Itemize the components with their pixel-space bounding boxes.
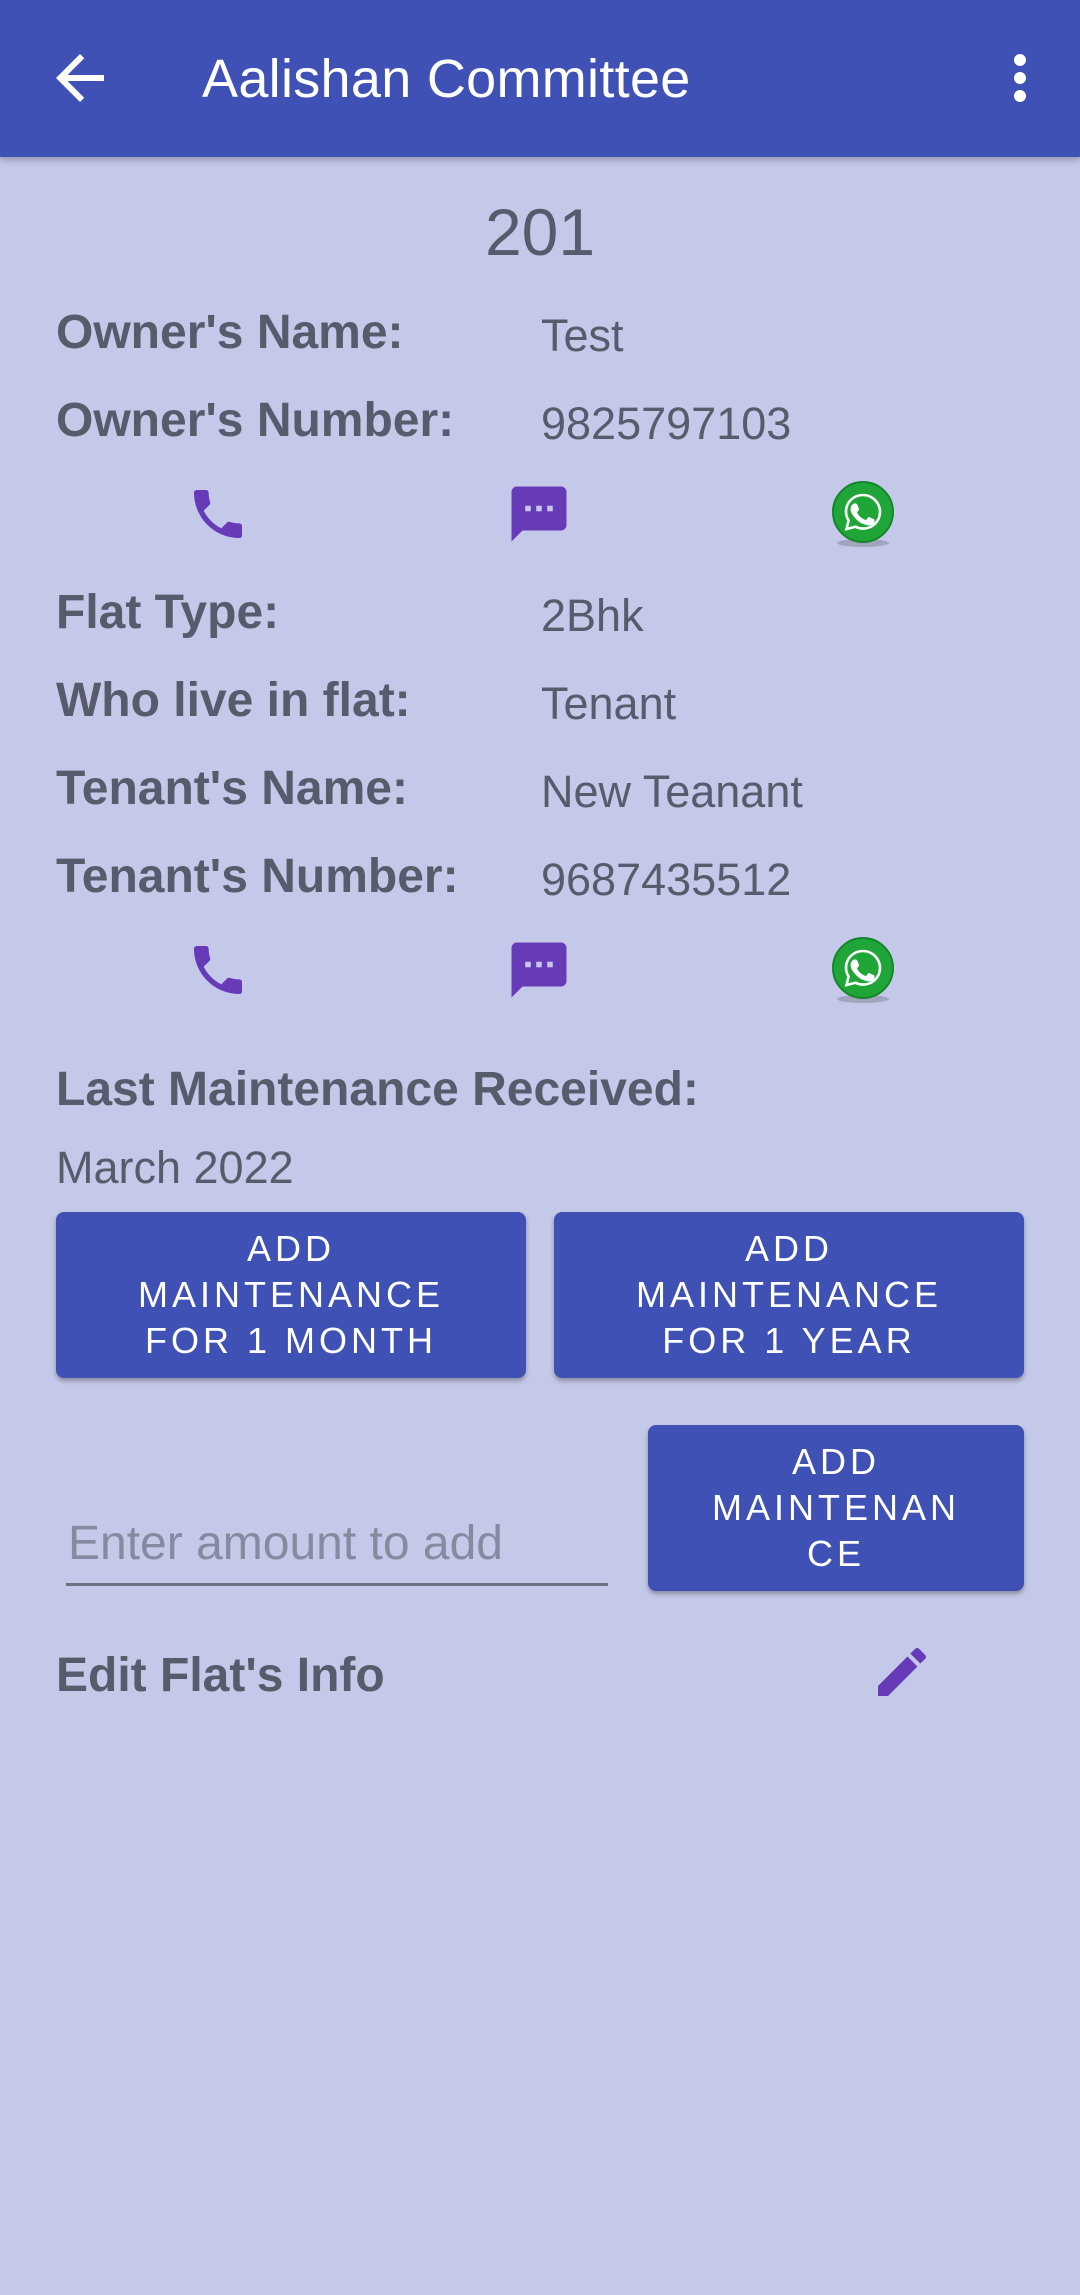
owner-name-label: Owner's Name: <box>56 306 404 359</box>
tenant-name-value: New Teanant <box>541 766 803 817</box>
owner-whatsapp-icon[interactable] <box>823 474 903 554</box>
flat-number: 201 <box>484 195 596 269</box>
tenant-number-label: Tenant's Number: <box>56 850 459 903</box>
more-vert-icon[interactable] <box>984 40 1056 116</box>
add-maintenance-year-button[interactable]: ADD MAINTENANCE FOR 1 YEAR <box>554 1212 1024 1378</box>
last-maintenance-label: Last Maintenance Received: <box>56 1063 699 1116</box>
tenant-name-label: Tenant's Name: <box>56 762 408 815</box>
app-bar: Aalishan Committee <box>0 0 1080 157</box>
amount-input[interactable] <box>66 1508 608 1586</box>
last-maintenance-value: March 2022 <box>56 1142 294 1193</box>
tenant-number-value: 9687435512 <box>541 854 792 905</box>
owner-name-value: Test <box>541 310 624 361</box>
add-maintenance-month-button[interactable]: ADD MAINTENANCE FOR 1 MONTH <box>56 1212 526 1378</box>
owner-number-value: 9825797103 <box>541 398 792 449</box>
page-title: Aalishan Committee <box>202 49 691 109</box>
owner-message-icon[interactable] <box>499 474 579 554</box>
tenant-phone-icon[interactable] <box>178 930 258 1010</box>
tenant-message-icon[interactable] <box>499 930 579 1010</box>
add-maintenance-button[interactable]: ADD MAINTENAN CE <box>648 1425 1024 1591</box>
arrow-back-icon[interactable] <box>44 42 116 114</box>
edit-flat-info-label[interactable]: Edit Flat's Info <box>56 1648 385 1703</box>
flat-type-label: Flat Type: <box>56 586 280 639</box>
owner-number-label: Owner's Number: <box>56 394 455 447</box>
who-lives-value: Tenant <box>541 678 677 729</box>
flat-type-value: 2Bhk <box>541 590 644 641</box>
who-lives-label: Who live in flat: <box>56 674 411 727</box>
edit-pencil-icon[interactable] <box>866 1636 938 1708</box>
owner-phone-icon[interactable] <box>178 474 258 554</box>
tenant-whatsapp-icon[interactable] <box>823 930 903 1010</box>
